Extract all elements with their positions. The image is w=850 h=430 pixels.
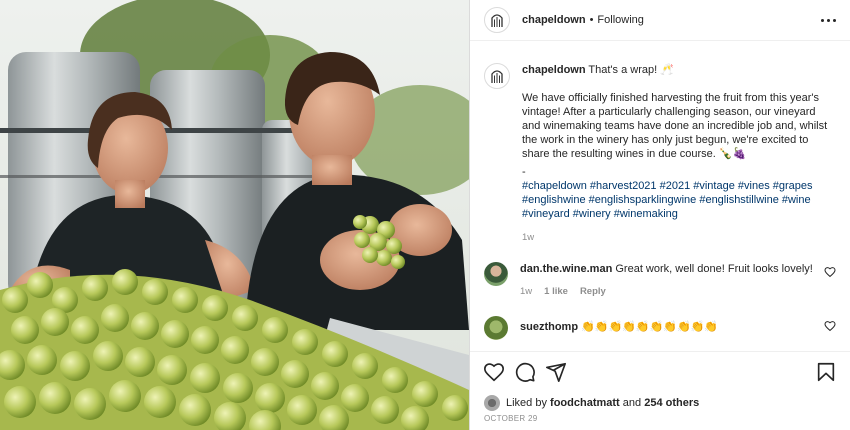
post-header: chapeldown • Following (470, 0, 850, 41)
harvest-photo-illustration (0, 0, 469, 430)
post-date[interactable]: OCTOBER 29 (470, 414, 850, 430)
reply-button[interactable]: Reply (580, 285, 606, 299)
account-avatar[interactable] (484, 7, 510, 33)
chapel-logo-icon (491, 14, 503, 27)
more-options-button[interactable] (821, 18, 836, 22)
caption-row: chapeldown That's a wrap! 🥂 We have offi… (484, 63, 836, 245)
caption-avatar[interactable] (484, 63, 510, 89)
post-photo[interactable] (0, 0, 469, 430)
comment-item: dan.the.wine.man Great work, well done! … (484, 262, 836, 299)
caption-username[interactable]: chapeldown (522, 64, 586, 76)
comment-likes[interactable]: 1 like (544, 285, 568, 299)
header-separator: • (589, 14, 594, 26)
comment-time[interactable]: 1w (520, 285, 532, 299)
following-button[interactable]: Following (597, 14, 643, 26)
caption-body: We have officially finished harvesting t… (522, 92, 828, 160)
commenter-avatar[interactable] (484, 316, 508, 340)
comment-icon[interactable] (514, 361, 536, 383)
comment-username[interactable]: dan.the.wine.man (520, 263, 612, 275)
comment-username[interactable]: suezthomp (520, 321, 578, 333)
comment-text: 👏👏👏👏👏👏👏👏👏👏 (581, 321, 719, 333)
caption-dash: - (522, 166, 526, 178)
liker-avatar[interactable] (484, 395, 500, 411)
post-details-panel: chapeldown • Following chapeldown That's… (469, 0, 850, 430)
chapel-logo-icon (491, 70, 503, 83)
caption-first-line: That's a wrap! 🥂 (588, 64, 674, 76)
caption: chapeldown That's a wrap! 🥂 We have offi… (522, 63, 836, 245)
comment-item: suezthomp 👏👏👏👏👏👏👏👏👏👏 (484, 316, 836, 340)
commenter-avatar[interactable] (484, 262, 508, 286)
caption-hashtags[interactable]: #chapeldown #harvest2021 #2021 #vintage … (522, 179, 836, 221)
comments-section: chapeldown That's a wrap! 🥂 We have offi… (470, 41, 850, 351)
heart-icon[interactable] (824, 266, 836, 278)
likes-summary: Liked by foodchatmatt and 254 others (470, 392, 850, 414)
likes-and: and (622, 397, 642, 409)
caption-time[interactable]: 1w (522, 231, 836, 245)
likes-prefix: Liked by (506, 397, 547, 409)
share-icon[interactable] (545, 361, 567, 383)
liker-username[interactable]: foodchatmatt (550, 397, 620, 409)
heart-icon[interactable] (824, 320, 836, 332)
header-username[interactable]: chapeldown (522, 14, 586, 26)
instagram-post-modal: chapeldown • Following chapeldown That's… (0, 0, 850, 430)
likes-others[interactable]: 254 others (644, 397, 699, 409)
comment-text: Great work, well done! Fruit looks lovel… (615, 263, 813, 275)
bookmark-icon[interactable] (815, 361, 837, 383)
more-horizontal-icon (821, 18, 824, 22)
like-heart-icon[interactable] (483, 361, 505, 383)
post-actions-bar (470, 351, 850, 392)
